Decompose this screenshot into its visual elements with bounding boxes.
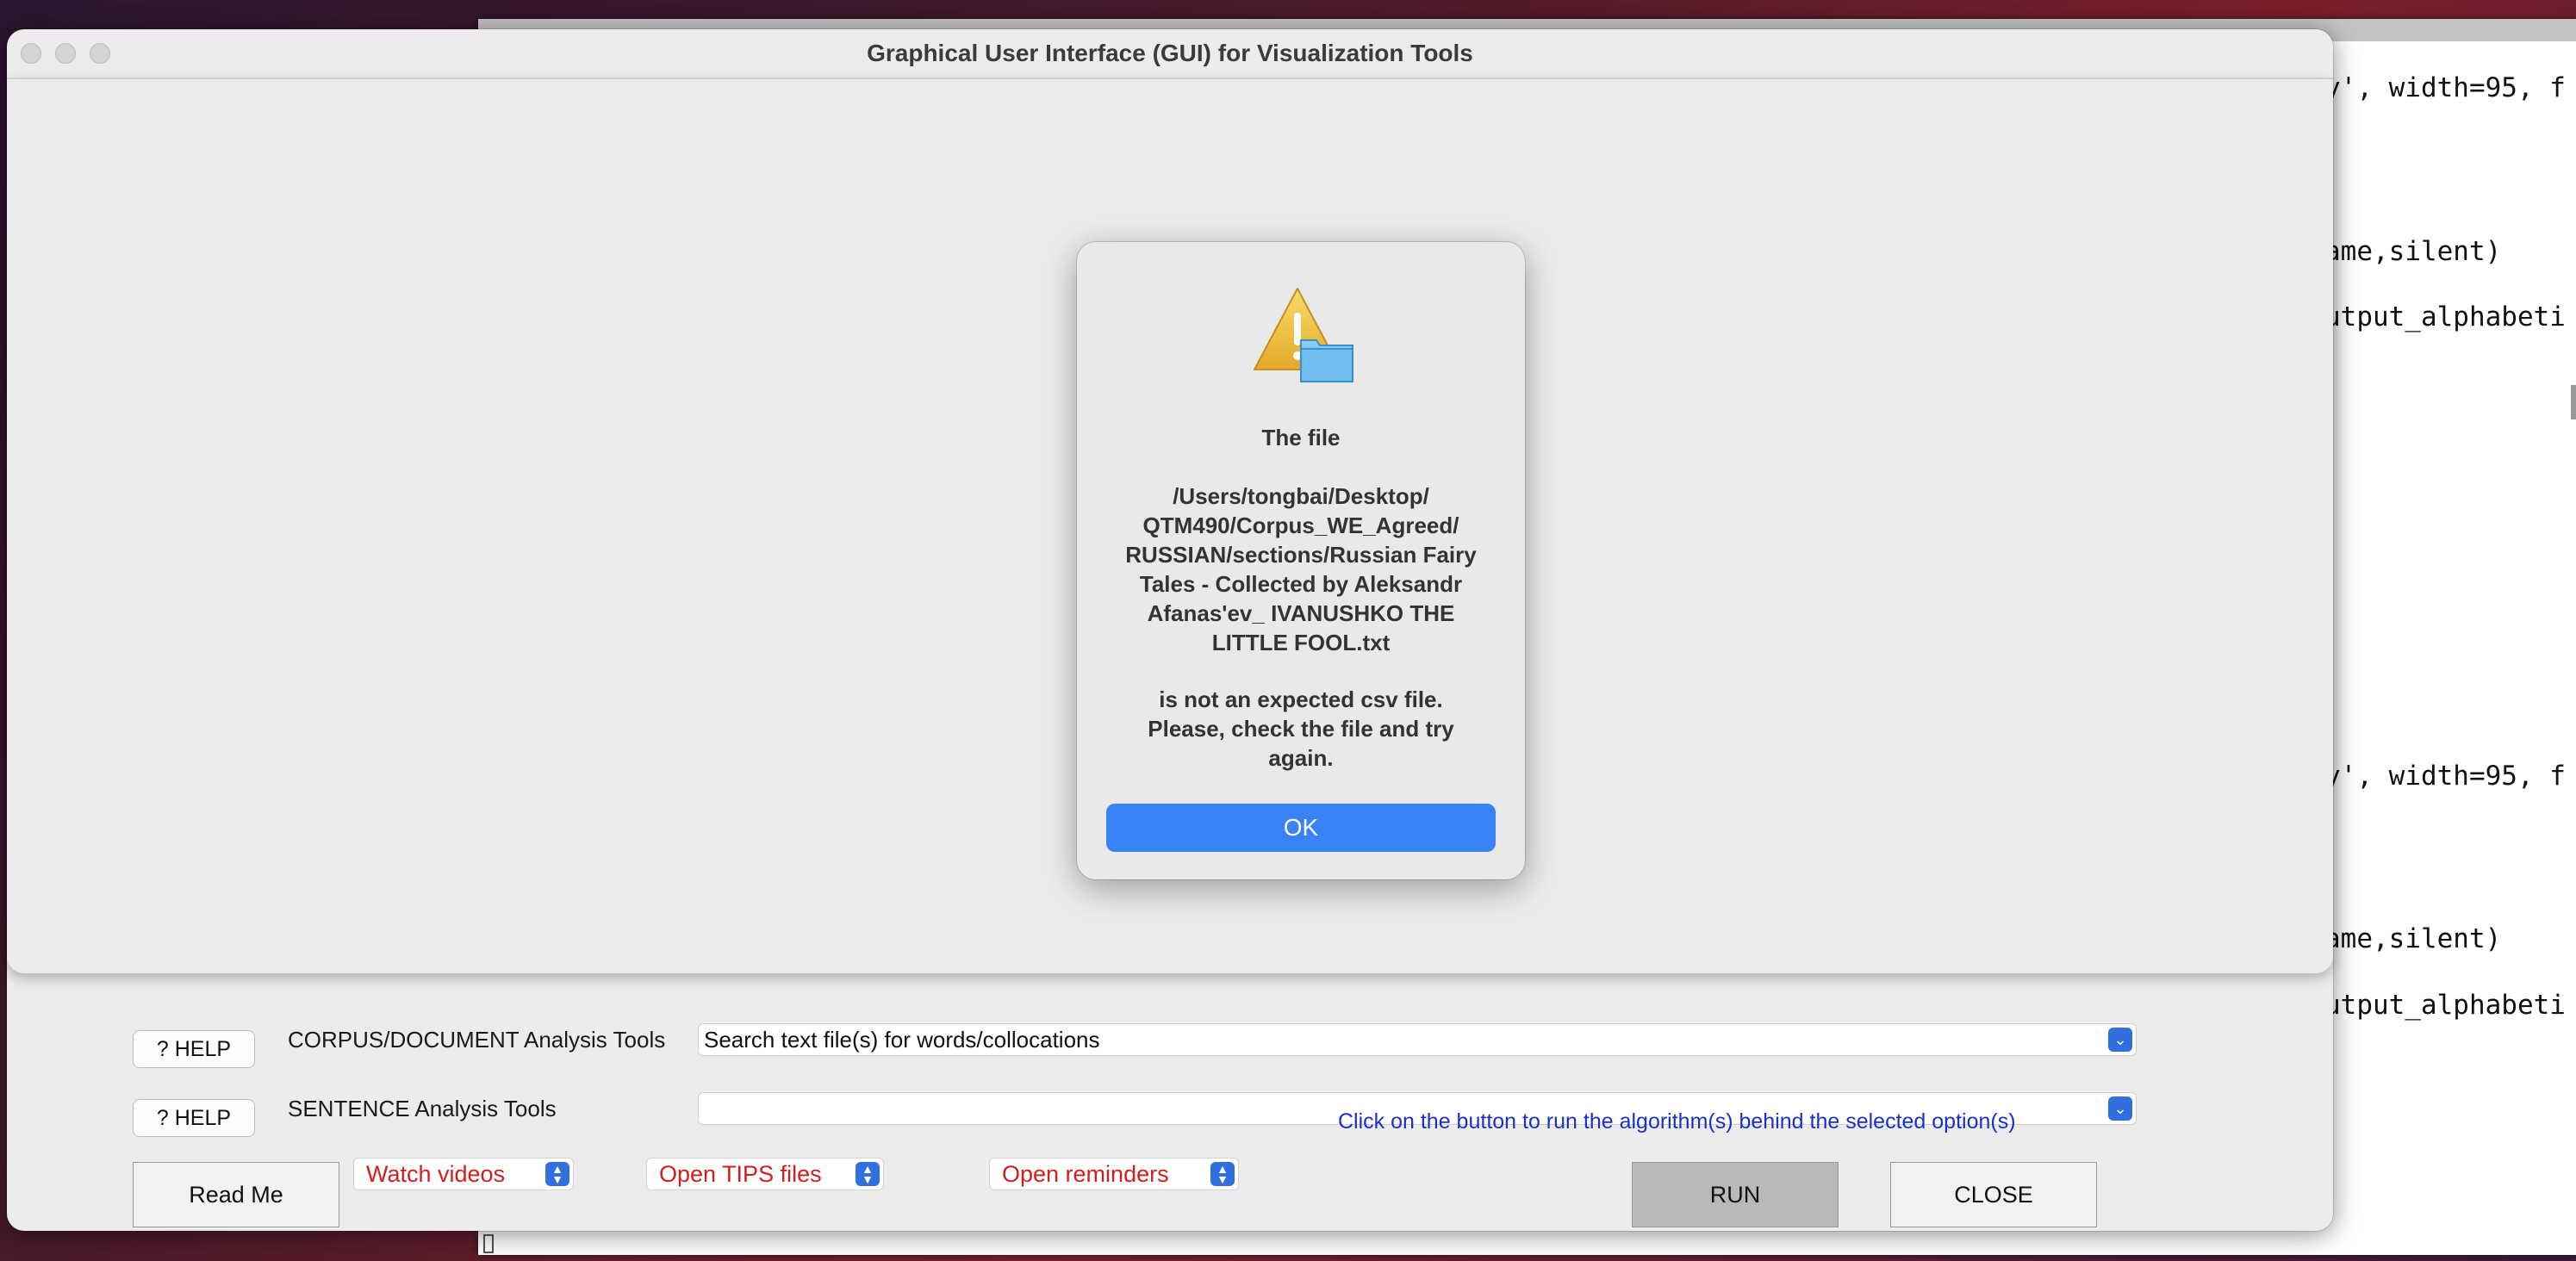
editor-scrollbar[interactable] xyxy=(2571,385,2576,419)
alert-file-path: /Users/tongbai/Desktop/ QTM490/Corpus_WE… xyxy=(1125,483,1477,655)
corpus-tools-selected: Search text file(s) for words/collocatio… xyxy=(704,1026,1100,1053)
control-panel: ? HELP CORPUS/DOCUMENT Analysis Tools Se… xyxy=(7,1003,2333,1231)
code-line: utput_alphabeti xyxy=(2324,301,2566,332)
reminders-selected: Open reminders xyxy=(1002,1160,1169,1187)
chevron-down-icon[interactable]: ⌄ xyxy=(2108,1096,2132,1121)
watch-videos-select[interactable]: Watch videos ▲ ▼ xyxy=(353,1158,574,1190)
sentence-help-button[interactable]: ? HELP xyxy=(133,1099,255,1137)
code-line: utput_alphabeti xyxy=(2324,990,2566,1021)
code-line: ame,silent) xyxy=(2324,236,2502,267)
code-line: y', width=95, f xyxy=(2324,761,2566,792)
title-bar: Graphical User Interface (GUI) for Visua… xyxy=(7,29,2333,79)
code-line: y', width=95, f xyxy=(2324,72,2566,103)
chevron-down-icon[interactable]: ⌄ xyxy=(2108,1028,2132,1052)
warning-folder-icon xyxy=(1254,288,1353,382)
tips-files-selected: Open TIPS files xyxy=(659,1160,822,1187)
corpus-help-button[interactable]: ? HELP xyxy=(133,1030,255,1068)
watch-videos-selected: Watch videos xyxy=(366,1160,506,1187)
run-hint-tooltip: Click on the button to run the algorithm… xyxy=(1338,1109,2016,1134)
updown-chevron-icon[interactable]: ▲ ▼ xyxy=(545,1162,569,1186)
reminders-select[interactable]: Open reminders ▲ ▼ xyxy=(989,1158,1239,1190)
alert-dialog: The file /Users/tongbai/Desktop/ QTM490/… xyxy=(1077,242,1525,879)
close-button[interactable]: CLOSE xyxy=(1890,1162,2097,1227)
read-me-button[interactable]: Read Me xyxy=(133,1162,339,1227)
code-line: ame,silent) xyxy=(2324,923,2502,954)
corpus-tools-label: CORPUS/DOCUMENT Analysis Tools xyxy=(288,1027,666,1053)
alert-message: is not an expected csv file. Please, che… xyxy=(1148,686,1454,771)
alert-heading: The file xyxy=(1261,425,1341,450)
tips-files-select[interactable]: Open TIPS files ▲ ▼ xyxy=(646,1158,884,1190)
run-button[interactable]: RUN xyxy=(1632,1162,1839,1227)
window-title: Graphical User Interface (GUI) for Visua… xyxy=(867,40,1473,66)
updown-chevron-icon[interactable]: ▲ ▼ xyxy=(856,1162,880,1186)
sentence-tools-label: SENTENCE Analysis Tools xyxy=(288,1096,557,1121)
ok-button[interactable]: OK xyxy=(1106,804,1496,852)
corpus-tools-select[interactable]: Search text file(s) for words/collocatio… xyxy=(698,1023,2137,1056)
updown-chevron-icon[interactable]: ▲ ▼ xyxy=(1210,1162,1235,1186)
editor-status-marker xyxy=(483,1234,494,1253)
